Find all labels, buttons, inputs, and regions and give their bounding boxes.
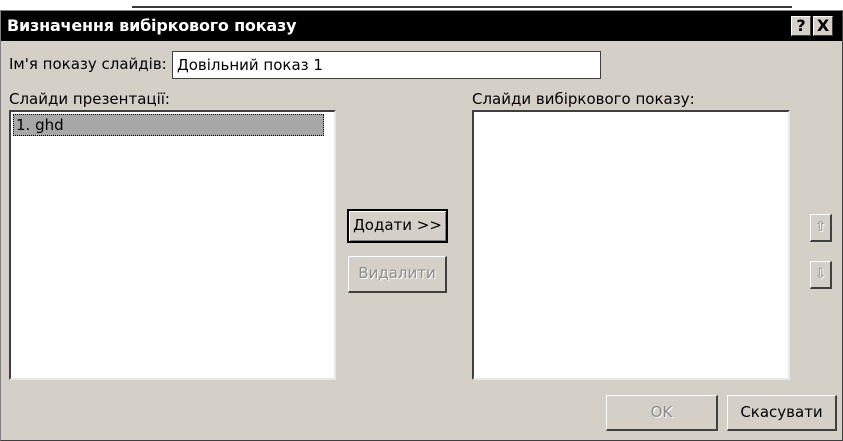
define-custom-show-dialog: Визначення вибіркового показу ? X Ім'я п… [0,10,843,441]
custom-show-slides-list[interactable] [472,110,790,380]
move-up-button[interactable]: ⇧ [810,214,832,242]
help-button[interactable]: ? [791,16,811,36]
move-down-button[interactable]: ⇩ [810,261,832,289]
ok-button[interactable]: OK [606,395,718,431]
custom-show-slides-label: Слайди вибіркового показу: [472,90,695,108]
cancel-button[interactable]: Скасувати [727,395,837,431]
ok-button-label: OK [650,403,673,421]
show-name-label: Ім'я показу слайдів: [9,55,167,73]
list-item[interactable]: 1. ghd [13,114,324,136]
cancel-button-label: Скасувати [740,403,823,421]
help-icon: ? [796,16,806,35]
remove-button[interactable]: Видалити [348,256,447,293]
dialog-title: Визначення вибіркового показу [7,16,297,35]
presentation-slides-label: Слайди презентації: [9,90,170,108]
close-icon: X [816,16,830,35]
background-line [132,6,792,8]
close-button[interactable]: X [813,16,833,36]
remove-button-label: Видалити [358,264,436,282]
show-name-input[interactable]: Довільний показ 1 [172,51,601,79]
arrow-up-icon: ⇧ [814,219,827,235]
add-button[interactable]: Додати >> [347,209,448,243]
presentation-slides-list[interactable]: 1. ghd [9,110,336,380]
background-strip [0,0,843,10]
title-bar[interactable]: Визначення вибіркового показу ? X [1,11,842,41]
arrow-down-icon: ⇩ [814,266,827,282]
add-button-label: Додати >> [353,216,442,234]
